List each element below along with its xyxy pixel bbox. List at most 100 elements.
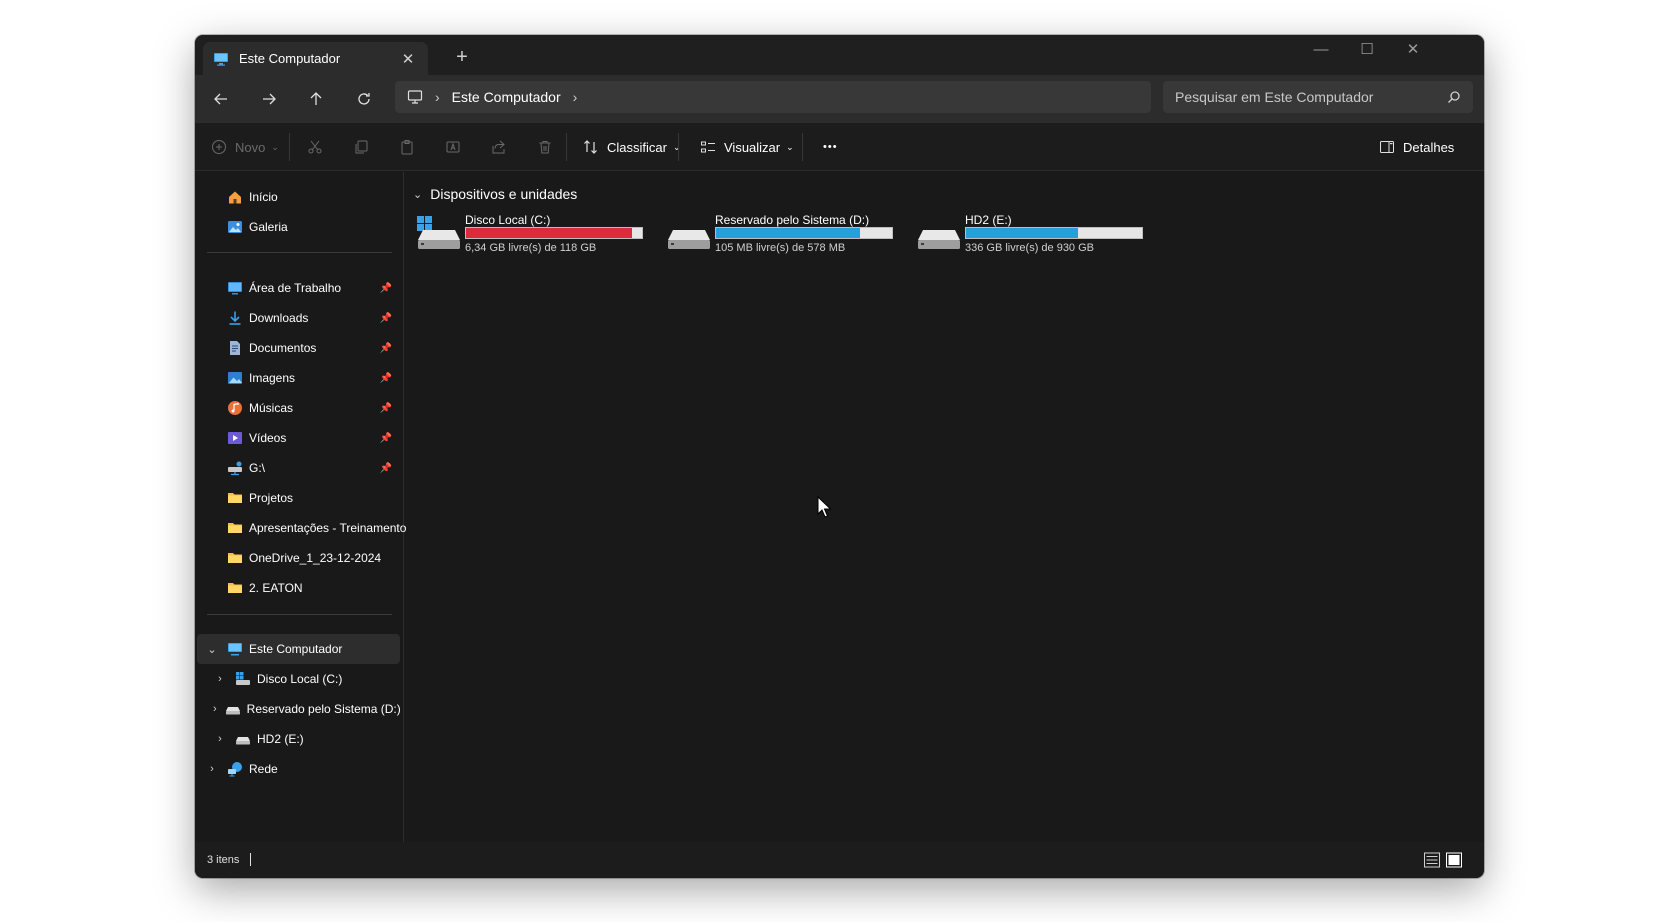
pin-icon[interactable]: 📌: [380, 403, 392, 414]
group-header-dispositivos[interactable]: ⌄ Dispositivos e unidades: [413, 186, 577, 202]
sidebar-item-label: Reservado pelo Sistema (D:): [246, 702, 401, 716]
chevron-down-icon: ⌄: [271, 141, 279, 152]
cut-button[interactable]: [307, 135, 331, 159]
tab-este-computador[interactable]: Este Computador ✕: [203, 42, 428, 75]
status-bar: 3 itens: [195, 842, 1484, 878]
chevron-down-icon: ⌄: [672, 141, 681, 152]
close-window-button[interactable]: ✕: [1390, 35, 1436, 67]
drive-tile-c[interactable]: Disco Local (C:) 6,34 GB livre(s) de 118…: [409, 212, 653, 260]
breadcrumb-chevron-icon[interactable]: ›: [435, 89, 440, 105]
sort-button-label: Classificar: [607, 139, 667, 155]
view-button[interactable]: Visualizar ⌄: [700, 135, 794, 159]
more-options-button[interactable]: •••: [823, 135, 838, 159]
home-icon: [227, 189, 243, 205]
sidebar-item-label: Projetos: [249, 491, 294, 505]
delete-button[interactable]: [537, 135, 561, 159]
sidebar-item-imagens[interactable]: Imagens 📌: [197, 363, 400, 393]
sidebar-item-videos[interactable]: Vídeos 📌: [197, 423, 400, 453]
refresh-icon: [358, 93, 370, 105]
sidebar-item-area-de-trabalho[interactable]: Área de Trabalho 📌: [197, 273, 400, 303]
network-icon: [227, 761, 243, 777]
pin-icon[interactable]: 📌: [380, 283, 392, 294]
copy-button[interactable]: [353, 135, 377, 159]
group-header-label: Dispositivos e unidades: [430, 186, 578, 202]
chevron-right-icon[interactable]: ›: [213, 673, 227, 685]
sidebar-item-label: Início: [249, 190, 278, 204]
pin-icon[interactable]: 📌: [380, 373, 392, 384]
chevron-right-icon[interactable]: ›: [213, 733, 227, 745]
search-input[interactable]: [1175, 89, 1447, 105]
chevron-down-icon[interactable]: ⌄: [205, 643, 219, 656]
music-icon: [227, 400, 243, 416]
sidebar-item-eaton[interactable]: 2. EATON: [197, 573, 400, 603]
sidebar-item-label: OneDrive_1_23-12-2024: [249, 551, 382, 565]
details-pane-button[interactable]: Detalhes: [1379, 135, 1454, 159]
pin-icon[interactable]: 📌: [380, 433, 392, 444]
drive-usage-fill: [966, 228, 1079, 238]
new-tab-button[interactable]: +: [450, 45, 474, 69]
desktop-icon: [227, 280, 243, 296]
sidebar-item-apresentacoes[interactable]: Apresentações - Treinamento: [197, 513, 406, 543]
sidebar-item-onedrive-folder[interactable]: OneDrive_1_23-12-2024: [197, 543, 400, 573]
chevron-right-icon[interactable]: ›: [205, 763, 219, 775]
tiles-view-button[interactable]: [1445, 851, 1463, 869]
refresh-button[interactable]: [348, 84, 380, 114]
drive-icon: [225, 701, 241, 717]
sidebar-item-hd2-e[interactable]: › HD2 (E:): [197, 724, 400, 754]
paste-button[interactable]: [399, 135, 423, 159]
sidebar-item-downloads[interactable]: Downloads 📌: [197, 303, 400, 333]
minimize-button[interactable]: —: [1298, 35, 1344, 67]
arrow-left-icon: [214, 93, 227, 105]
back-button[interactable]: [205, 84, 237, 114]
sidebar-divider: [207, 614, 392, 615]
share-icon: [492, 140, 505, 154]
sidebar-item-disco-local-c[interactable]: › Disco Local (C:): [197, 664, 400, 694]
toolbar-divider: [802, 133, 803, 161]
drive-free-space: 336 GB livre(s) de 930 GB: [965, 242, 1095, 254]
maximize-button[interactable]: ☐: [1344, 35, 1390, 67]
sort-button[interactable]: Classificar ⌄: [583, 135, 681, 159]
tab-close-icon[interactable]: ✕: [398, 50, 418, 68]
details-view-button[interactable]: [1423, 851, 1441, 869]
forward-button[interactable]: [253, 84, 285, 114]
sidebar-item-inicio[interactable]: Início: [197, 182, 400, 212]
pin-icon[interactable]: 📌: [380, 343, 392, 354]
sidebar-item-musicas[interactable]: Músicas 📌: [197, 393, 400, 423]
sidebar-item-documentos[interactable]: Documentos 📌: [197, 333, 400, 363]
up-button[interactable]: [300, 84, 332, 114]
sidebar-item-label: Apresentações - Treinamento: [249, 521, 407, 535]
sidebar-item-label: HD2 (E:): [257, 732, 304, 746]
sidebar-item-label: Disco Local (C:): [257, 672, 343, 686]
sidebar-item-este-computador[interactable]: ⌄ Este Computador: [197, 634, 400, 664]
sidebar-item-reservado-d[interactable]: › Reservado pelo Sistema (D:): [197, 694, 401, 724]
search-box[interactable]: [1163, 81, 1473, 113]
pin-icon[interactable]: 📌: [380, 463, 392, 474]
sidebar-item-projetos[interactable]: Projetos: [197, 483, 400, 513]
search-icon[interactable]: [1447, 90, 1461, 104]
sidebar-item-label: Este Computador: [249, 642, 343, 656]
drive-name: Reservado pelo Sistema (D:): [715, 213, 870, 227]
drive-usage-bar: [715, 227, 893, 239]
share-button[interactable]: [491, 135, 515, 159]
drive-tile-d[interactable]: Reservado pelo Sistema (D:) 105 MB livre…: [659, 212, 903, 260]
rename-icon: [446, 141, 460, 153]
folder-icon: [227, 580, 243, 596]
breadcrumb-chevron-icon[interactable]: ›: [573, 89, 578, 105]
address-bar[interactable]: › Este Computador ›: [395, 81, 1151, 113]
sort-icon: [584, 140, 597, 154]
breadcrumb-este-computador[interactable]: Este Computador: [452, 89, 561, 105]
sidebar-item-g-drive[interactable]: G:\ 📌: [197, 453, 400, 483]
list-view-icon: [1424, 852, 1440, 868]
folder-icon: [227, 520, 243, 536]
document-icon: [227, 340, 243, 356]
gallery-icon: [227, 219, 243, 235]
drive-tile-e[interactable]: HD2 (E:) 336 GB livre(s) de 930 GB: [909, 212, 1153, 260]
new-button[interactable]: Novo ⌄: [211, 135, 279, 159]
sidebar-item-rede[interactable]: › Rede: [197, 754, 400, 784]
pin-icon[interactable]: 📌: [380, 313, 392, 324]
item-count: 3 itens: [207, 854, 240, 866]
folder-icon: [227, 490, 243, 506]
chevron-right-icon[interactable]: ›: [213, 703, 217, 715]
sidebar-item-galeria[interactable]: Galeria: [197, 212, 400, 242]
rename-button[interactable]: [445, 135, 469, 159]
